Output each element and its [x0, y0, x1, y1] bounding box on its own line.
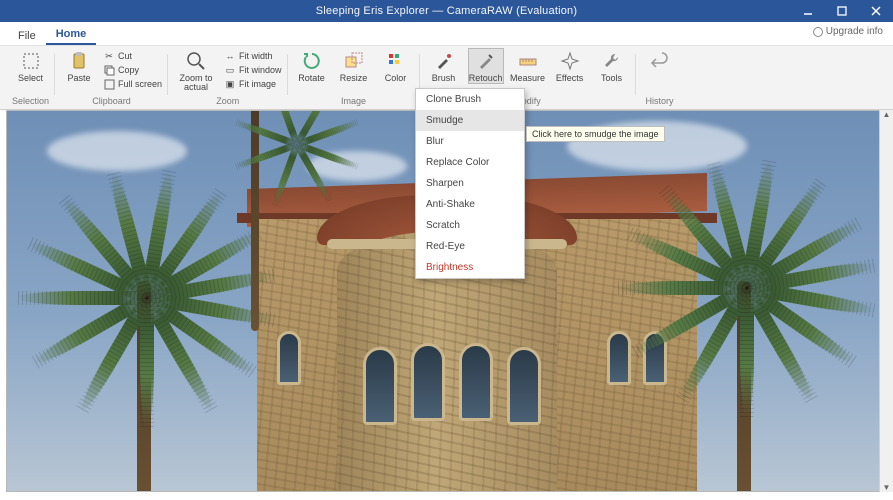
paste-button[interactable]: Paste	[61, 48, 97, 83]
group-clipboard: Paste ✂ Cut Copy Full screen	[55, 48, 168, 109]
copy-icon	[103, 64, 115, 76]
arched-window	[277, 331, 301, 385]
wrench-icon	[601, 50, 623, 72]
rotate-icon	[301, 50, 323, 72]
dd-item-smudge[interactable]: Smudge	[416, 110, 524, 131]
scissors-icon: ✂	[103, 50, 115, 62]
dd-item-sharpen[interactable]: Sharpen	[416, 173, 524, 194]
resize-button[interactable]: Resize	[336, 48, 372, 83]
arched-window	[507, 347, 541, 425]
retouch-icon	[475, 50, 497, 72]
select-icon	[20, 50, 42, 72]
fit-window-icon: ▭	[224, 64, 236, 76]
fit-window-button[interactable]: ▭ Fit window	[224, 64, 282, 76]
brush-icon	[433, 50, 455, 72]
arched-window	[411, 343, 445, 421]
minimize-button[interactable]	[791, 0, 825, 22]
palette-icon	[385, 50, 407, 72]
upgrade-label: Upgrade info	[826, 26, 883, 37]
resize-icon	[343, 50, 365, 72]
tooltip: Click here to smudge the image	[526, 126, 665, 142]
palm-fronds	[617, 161, 877, 401]
group-label: History	[646, 96, 674, 108]
fit-width-button[interactable]: ↔ Fit width	[224, 50, 282, 62]
vertical-scrollbar[interactable]: ▲ ▼	[879, 110, 893, 492]
dd-item-replace-color[interactable]: Replace Color	[416, 152, 524, 173]
copy-button[interactable]: Copy	[103, 64, 162, 76]
group-label: Image	[341, 96, 366, 108]
cloud	[47, 131, 187, 171]
group-label: Selection	[12, 96, 49, 108]
dd-item-blur[interactable]: Blur	[416, 131, 524, 152]
upgrade-link[interactable]: Upgrade info	[813, 26, 883, 37]
fullscreen-button[interactable]: Full screen	[103, 78, 162, 90]
group-selection: Select Selection	[6, 48, 55, 109]
rotate-button[interactable]: Rotate	[294, 48, 330, 83]
ruler-icon	[517, 50, 539, 72]
clipboard-icon	[68, 50, 90, 72]
undo-icon	[649, 50, 671, 72]
retouch-dropdown[interactable]: Clone Brush Smudge Blur Replace Color Sh…	[415, 88, 525, 279]
expand-icon	[103, 78, 115, 90]
measure-button[interactable]: Measure	[510, 48, 546, 83]
dd-item-clone-brush[interactable]: Clone Brush	[416, 89, 524, 110]
arched-window	[363, 347, 397, 425]
fit-image-button[interactable]: ▣ Fit image	[224, 78, 282, 90]
group-history: History	[636, 48, 684, 109]
color-button[interactable]: Color	[378, 48, 414, 83]
group-zoom: Zoom to actual ↔ Fit width ▭ Fit window …	[168, 48, 288, 109]
window-title: Sleeping Eris Explorer — CameraRAW (Eval…	[316, 5, 577, 17]
dd-item-anti-shake[interactable]: Anti-Shake	[416, 194, 524, 215]
sparkle-icon	[559, 50, 581, 72]
magnifier-icon	[185, 50, 207, 72]
dd-item-brightness[interactable]: Brightness	[416, 257, 524, 278]
dd-item-red-eye[interactable]: Red-Eye	[416, 236, 524, 257]
retouch-button[interactable]: Retouch	[468, 48, 504, 84]
scroll-up-icon[interactable]: ▲	[883, 110, 891, 119]
brush-button[interactable]: Brush	[426, 48, 462, 83]
tab-home[interactable]: Home	[46, 24, 97, 45]
fit-image-icon: ▣	[224, 78, 236, 90]
scroll-down-icon[interactable]: ▼	[883, 483, 891, 492]
close-button[interactable]	[859, 0, 893, 22]
tools-button[interactable]: Tools	[594, 48, 630, 83]
zoom-actual-button[interactable]: Zoom to actual	[174, 48, 218, 92]
palm-fronds	[232, 110, 362, 201]
group-label: Clipboard	[92, 96, 131, 108]
user-icon	[813, 27, 823, 37]
tab-row: File Home Upgrade info	[0, 22, 893, 46]
palm-fronds	[17, 171, 277, 411]
titlebar: Sleeping Eris Explorer — CameraRAW (Eval…	[0, 0, 893, 22]
arched-window	[459, 343, 493, 421]
group-image: Rotate Resize Color Image	[288, 48, 420, 109]
dd-item-scratch[interactable]: Scratch	[416, 215, 524, 236]
window-buttons	[791, 0, 893, 22]
fit-width-icon: ↔	[224, 50, 236, 62]
effects-button[interactable]: Effects	[552, 48, 588, 83]
group-label: Zoom	[216, 96, 239, 108]
cut-button[interactable]: ✂ Cut	[103, 50, 162, 62]
maximize-button[interactable]	[825, 0, 859, 22]
select-button[interactable]: Select	[13, 48, 49, 83]
tab-file[interactable]: File	[8, 26, 46, 45]
undo-button[interactable]	[642, 48, 678, 83]
